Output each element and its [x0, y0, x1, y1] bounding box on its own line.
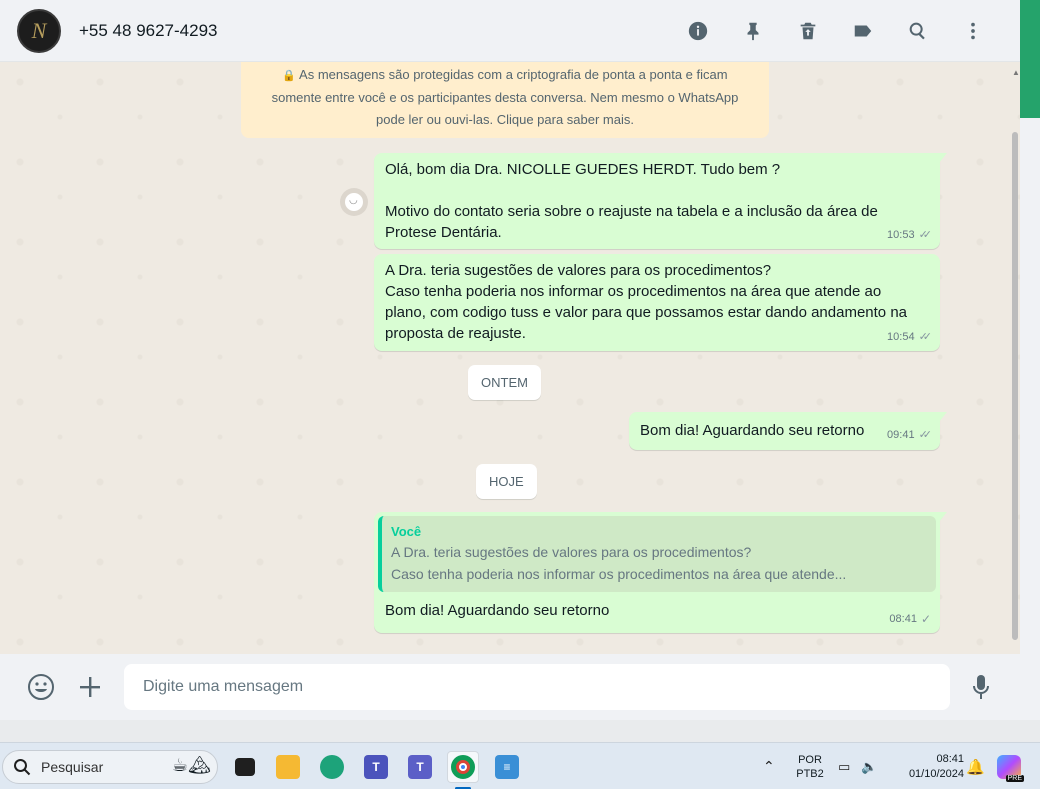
pin-icon[interactable] [725, 11, 780, 51]
app-accent-strip [1020, 0, 1040, 118]
outgoing-message[interactable]: Olá, bom dia Dra. NICOLLE GUEDES HERDT. … [374, 153, 947, 249]
avatar-letter: N [31, 17, 47, 43]
tray-overflow-chevron-icon[interactable]: ⌃ [763, 743, 775, 789]
window-bottom-bar [0, 720, 1040, 742]
message-text: Bom dia! Aguardando seu retorno [640, 422, 865, 439]
window-edge [1020, 0, 1040, 742]
outgoing-reply-message[interactable]: Você A Dra. teria sugestões de valores p… [374, 512, 947, 633]
message-time: 08:41 [889, 613, 917, 625]
message-meta: 10:54 ✓✓ [887, 327, 933, 348]
chat-header: N +55 48 9627-4293 [0, 0, 1020, 62]
message-time: 10:53 [887, 229, 915, 241]
language-code: POR [798, 754, 822, 766]
search-highlight-icon: ☕🏔 [172, 755, 211, 775]
clock-date: 01/10/2024 [908, 768, 964, 780]
message-meta: 09:41 ✓✓ [887, 425, 933, 446]
copilot-icon[interactable]: PRE [997, 743, 1024, 789]
outgoing-message[interactable]: A Dra. teria sugestões de valores para o… [374, 254, 940, 351]
lock-icon: 🔒 [282, 70, 297, 82]
reaction-emoji-icon[interactable] [340, 188, 368, 216]
taskbar-clock[interactable]: 08:41 01/10/2024 [888, 752, 964, 782]
chat-scrollbar[interactable] [1012, 132, 1018, 640]
label-icon[interactable] [835, 11, 890, 51]
message-input[interactable] [124, 664, 950, 710]
double-check-icon: ✓✓ [918, 229, 933, 241]
windows-taskbar: Pesquisar ☕🏔 T T ≡ ⌃ POR PTB2 ▭ 🔈 08:41 … [0, 742, 1040, 789]
date-divider-today: HOJE [476, 464, 537, 499]
copilot-badge: PRE [1005, 774, 1024, 782]
single-check-icon: ✓ [920, 612, 931, 626]
message-composer [0, 654, 1020, 720]
chat-panel: 🔒 As mensagens são protegidas com a crip… [0, 62, 1020, 654]
volume-icon[interactable]: 🔈 [861, 743, 877, 789]
quoted-text: A Dra. teria sugestões de valores para o… [391, 544, 752, 560]
emoji-icon[interactable] [25, 671, 57, 703]
header-actions [670, 11, 1000, 51]
search-icon[interactable] [890, 11, 945, 51]
message-text: A Dra. teria sugestões de valores para o… [385, 262, 907, 342]
taskview-icon[interactable] [229, 751, 261, 783]
message-time: 10:54 [887, 331, 915, 343]
taskbar-search-label: Pesquisar [41, 759, 104, 775]
file-explorer-icon[interactable] [272, 751, 304, 783]
date-divider-yesterday: ONTEM [468, 365, 541, 400]
teams-icon[interactable]: T [360, 751, 392, 783]
contact-avatar[interactable]: N [17, 8, 61, 53]
encryption-notice[interactable]: 🔒 As mensagens são protegidas com a crip… [241, 62, 769, 138]
double-check-icon: ✓✓ [918, 331, 933, 343]
keyboard-layout: PTB2 [796, 768, 824, 780]
message-time: 09:41 [887, 429, 915, 441]
double-check-icon: ✓✓ [918, 429, 933, 441]
quoted-message[interactable]: Você A Dra. teria sugestões de valores p… [378, 516, 936, 592]
contact-name[interactable]: +55 48 9627-4293 [79, 21, 218, 41]
chrome-icon[interactable] [447, 751, 479, 783]
delete-icon[interactable] [780, 11, 835, 51]
taskbar-search[interactable]: Pesquisar ☕🏔 [2, 750, 218, 784]
outgoing-message[interactable]: Bom dia! Aguardando seu retorno 09:41 ✓✓ [629, 412, 947, 450]
notification-bell-icon[interactable]: 🔔 [966, 743, 985, 789]
quoted-text: Caso tenha poderia nos informar os proce… [391, 566, 847, 582]
search-icon [14, 759, 31, 776]
teams-work-icon[interactable]: T [404, 751, 436, 783]
message-text: Bom dia! Aguardando seu retorno [385, 602, 610, 619]
encryption-notice-line: As mensagens são protegidas com a cripto… [299, 67, 728, 82]
encryption-notice-line: somente entre você e os participantes de… [271, 90, 739, 105]
clock-time: 08:41 [936, 753, 964, 765]
encryption-notice-line: pode ler ou ouvi-las. Clique para saber … [376, 112, 634, 127]
message-meta: 08:41 ✓ [889, 609, 931, 630]
info-icon[interactable] [670, 11, 725, 51]
message-text: Olá, bom dia Dra. NICOLLE GUEDES HERDT. … [385, 161, 878, 241]
more-vertical-icon[interactable] [945, 11, 1000, 51]
network-icon[interactable]: ▭ [838, 743, 850, 789]
keyboard-language[interactable]: POR PTB2 [795, 753, 825, 781]
microphone-icon[interactable] [965, 671, 997, 703]
edge-icon[interactable] [316, 751, 348, 783]
message-meta: 10:53 ✓✓ [887, 225, 933, 246]
notepad-icon[interactable]: ≡ [491, 751, 523, 783]
attach-plus-icon[interactable] [74, 671, 106, 703]
quoted-author: Você [391, 524, 422, 539]
scroll-up-arrow-icon[interactable]: ▲ [1012, 68, 1020, 78]
